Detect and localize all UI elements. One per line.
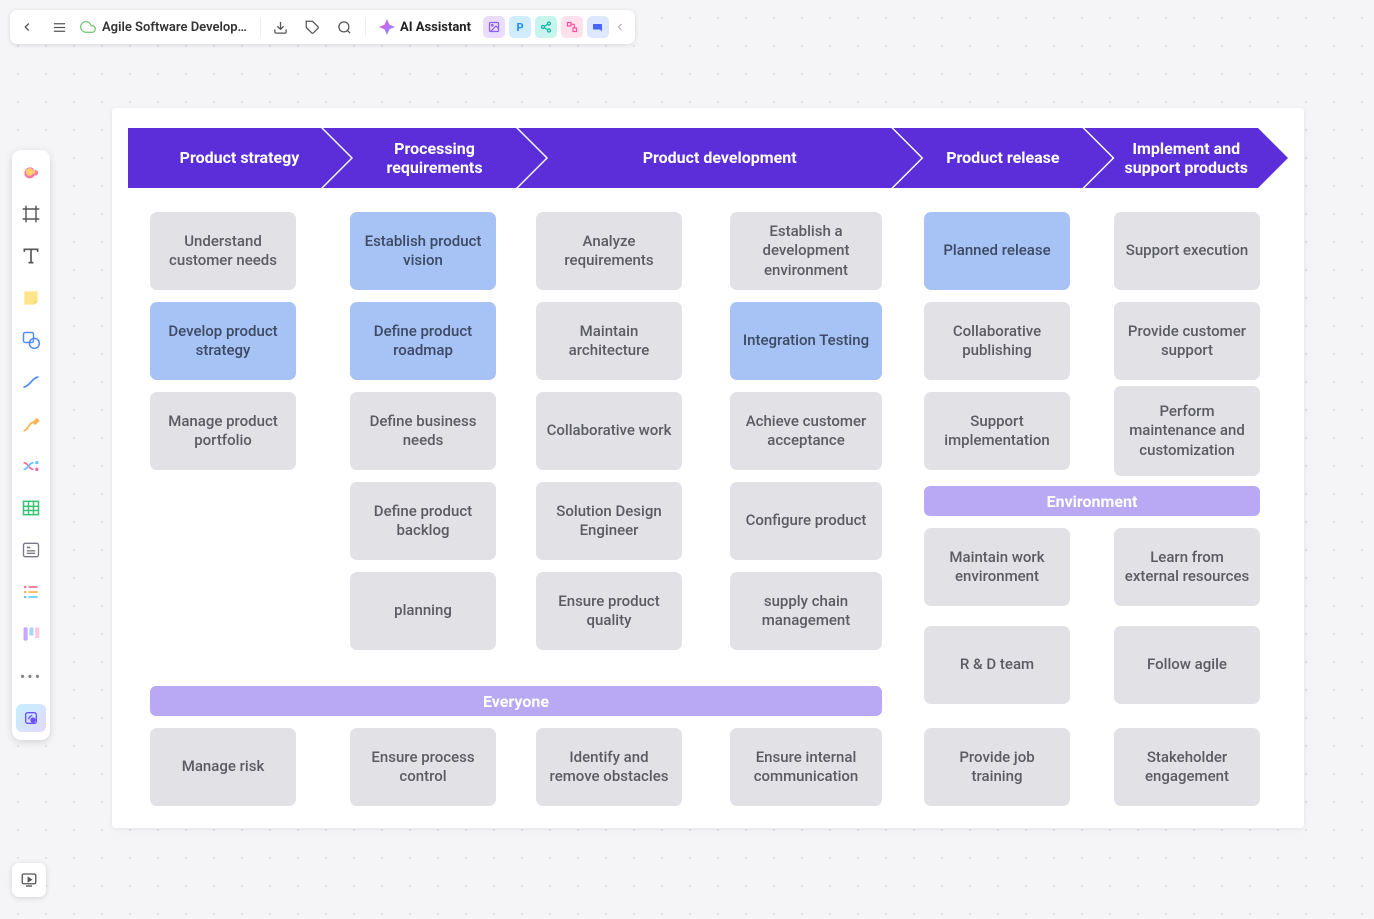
download-button[interactable] — [266, 13, 296, 41]
card-job-training[interactable]: Provide job training — [924, 728, 1070, 806]
kanban-tool[interactable] — [16, 620, 46, 648]
ai-sparkle-icon — [379, 19, 395, 35]
frame-tool[interactable] — [16, 200, 46, 228]
card-integration-testing[interactable]: Integration Testing — [730, 302, 882, 380]
card-solution-engineer[interactable]: Solution Design Engineer — [536, 482, 682, 560]
card-follow-agile[interactable]: Follow agile — [1114, 626, 1260, 704]
templates-button[interactable]: b — [16, 704, 46, 732]
card-customer-support[interactable]: Provide customer support — [1114, 302, 1260, 380]
back-button[interactable] — [12, 13, 42, 41]
pen-tool[interactable] — [16, 410, 46, 438]
tool-sidebar: ••• b — [12, 150, 50, 740]
card-support-impl[interactable]: Support implementation — [924, 392, 1070, 470]
list-tool[interactable] — [16, 578, 46, 606]
shape-tool[interactable] — [16, 326, 46, 354]
card-maintain-env[interactable]: Maintain work environment — [924, 528, 1070, 606]
phase-implement-support[interactable]: Implement and support products — [1084, 128, 1288, 188]
card-remove-obstacles[interactable]: Identify and remove obstacles — [536, 728, 682, 806]
diagram-canvas[interactable]: Product strategy Processing requirements… — [112, 108, 1304, 828]
tool-chip-share[interactable] — [535, 16, 557, 38]
collapse-toolbar-button[interactable] — [611, 13, 629, 41]
document-title-wrap[interactable]: Agile Software Develop… — [76, 19, 255, 35]
card-develop-strategy[interactable]: Develop product strategy — [150, 302, 296, 380]
cloud-sync-icon — [80, 19, 96, 35]
card-rd-team[interactable]: R & D team — [924, 626, 1070, 704]
card-support-exec[interactable]: Support execution — [1114, 212, 1260, 290]
card-define-roadmap[interactable]: Define product roadmap — [350, 302, 496, 380]
card-planned-release[interactable]: Planned release — [924, 212, 1070, 290]
ai-assistant-label: AI Assistant — [400, 20, 471, 35]
text-card-tool[interactable] — [16, 536, 46, 564]
tool-chip-image[interactable] — [483, 16, 505, 38]
tag-button[interactable] — [298, 13, 328, 41]
card-configure-product[interactable]: Configure product — [730, 482, 882, 560]
phase-product-strategy[interactable]: Product strategy — [128, 128, 351, 188]
tool-chip-flow[interactable] — [561, 16, 583, 38]
separator — [260, 17, 261, 37]
more-tools-button[interactable]: ••• — [16, 662, 46, 690]
band-everyone[interactable]: Everyone — [150, 686, 882, 716]
card-maintenance[interactable]: Perform maintenance and customization — [1114, 386, 1260, 476]
card-supply-chain[interactable]: supply chain management — [730, 572, 882, 650]
card-planning[interactable]: planning — [350, 572, 496, 650]
card-process-control[interactable]: Ensure process control — [350, 728, 496, 806]
card-learn-external[interactable]: Learn from external resources — [1114, 528, 1260, 606]
mindmap-tool[interactable] — [16, 158, 46, 186]
phase-product-development[interactable]: Product development — [518, 128, 921, 188]
phase-product-release[interactable]: Product release — [893, 128, 1112, 188]
card-define-backlog[interactable]: Define product backlog — [350, 482, 496, 560]
card-establish-vision[interactable]: Establish product vision — [350, 212, 496, 290]
card-collab-publishing[interactable]: Collaborative publishing — [924, 302, 1070, 380]
phase-header-row: Product strategy Processing requirements… — [128, 128, 1288, 188]
card-customer-acceptance[interactable]: Achieve customer acceptance — [730, 392, 882, 470]
present-button[interactable] — [12, 863, 46, 897]
card-internal-comm[interactable]: Ensure internal communication — [730, 728, 882, 806]
connector-tool[interactable] — [16, 368, 46, 396]
swap-tool[interactable] — [16, 452, 46, 480]
search-button[interactable] — [330, 13, 360, 41]
card-manage-risk[interactable]: Manage risk — [150, 728, 296, 806]
card-collab-work[interactable]: Collaborative work — [536, 392, 682, 470]
card-maintain-arch[interactable]: Maintain architecture — [536, 302, 682, 380]
top-toolbar: Agile Software Develop… AI Assistant P — [10, 10, 635, 44]
card-manage-portfolio[interactable]: Manage product portfolio — [150, 392, 296, 470]
card-stakeholder[interactable]: Stakeholder engagement — [1114, 728, 1260, 806]
card-analyze-reqs[interactable]: Analyze requirements — [536, 212, 682, 290]
phase-processing-requirements[interactable]: Processing requirements — [323, 128, 546, 188]
document-title: Agile Software Develop… — [102, 20, 247, 35]
table-tool[interactable] — [16, 494, 46, 522]
card-define-business[interactable]: Define business needs — [350, 392, 496, 470]
tool-chip-p[interactable]: P — [509, 16, 531, 38]
card-dev-environment[interactable]: Establish a development environment — [730, 212, 882, 290]
tool-chip-chat[interactable] — [587, 16, 609, 38]
menu-button[interactable] — [44, 13, 74, 41]
band-environment[interactable]: Environment — [924, 486, 1260, 516]
card-ensure-quality[interactable]: Ensure product quality — [536, 572, 682, 650]
separator — [365, 17, 366, 37]
card-understand-needs[interactable]: Understand customer needs — [150, 212, 296, 290]
text-tool[interactable] — [16, 242, 46, 270]
ai-assistant-button[interactable]: AI Assistant — [371, 13, 479, 41]
sticky-note-tool[interactable] — [16, 284, 46, 312]
